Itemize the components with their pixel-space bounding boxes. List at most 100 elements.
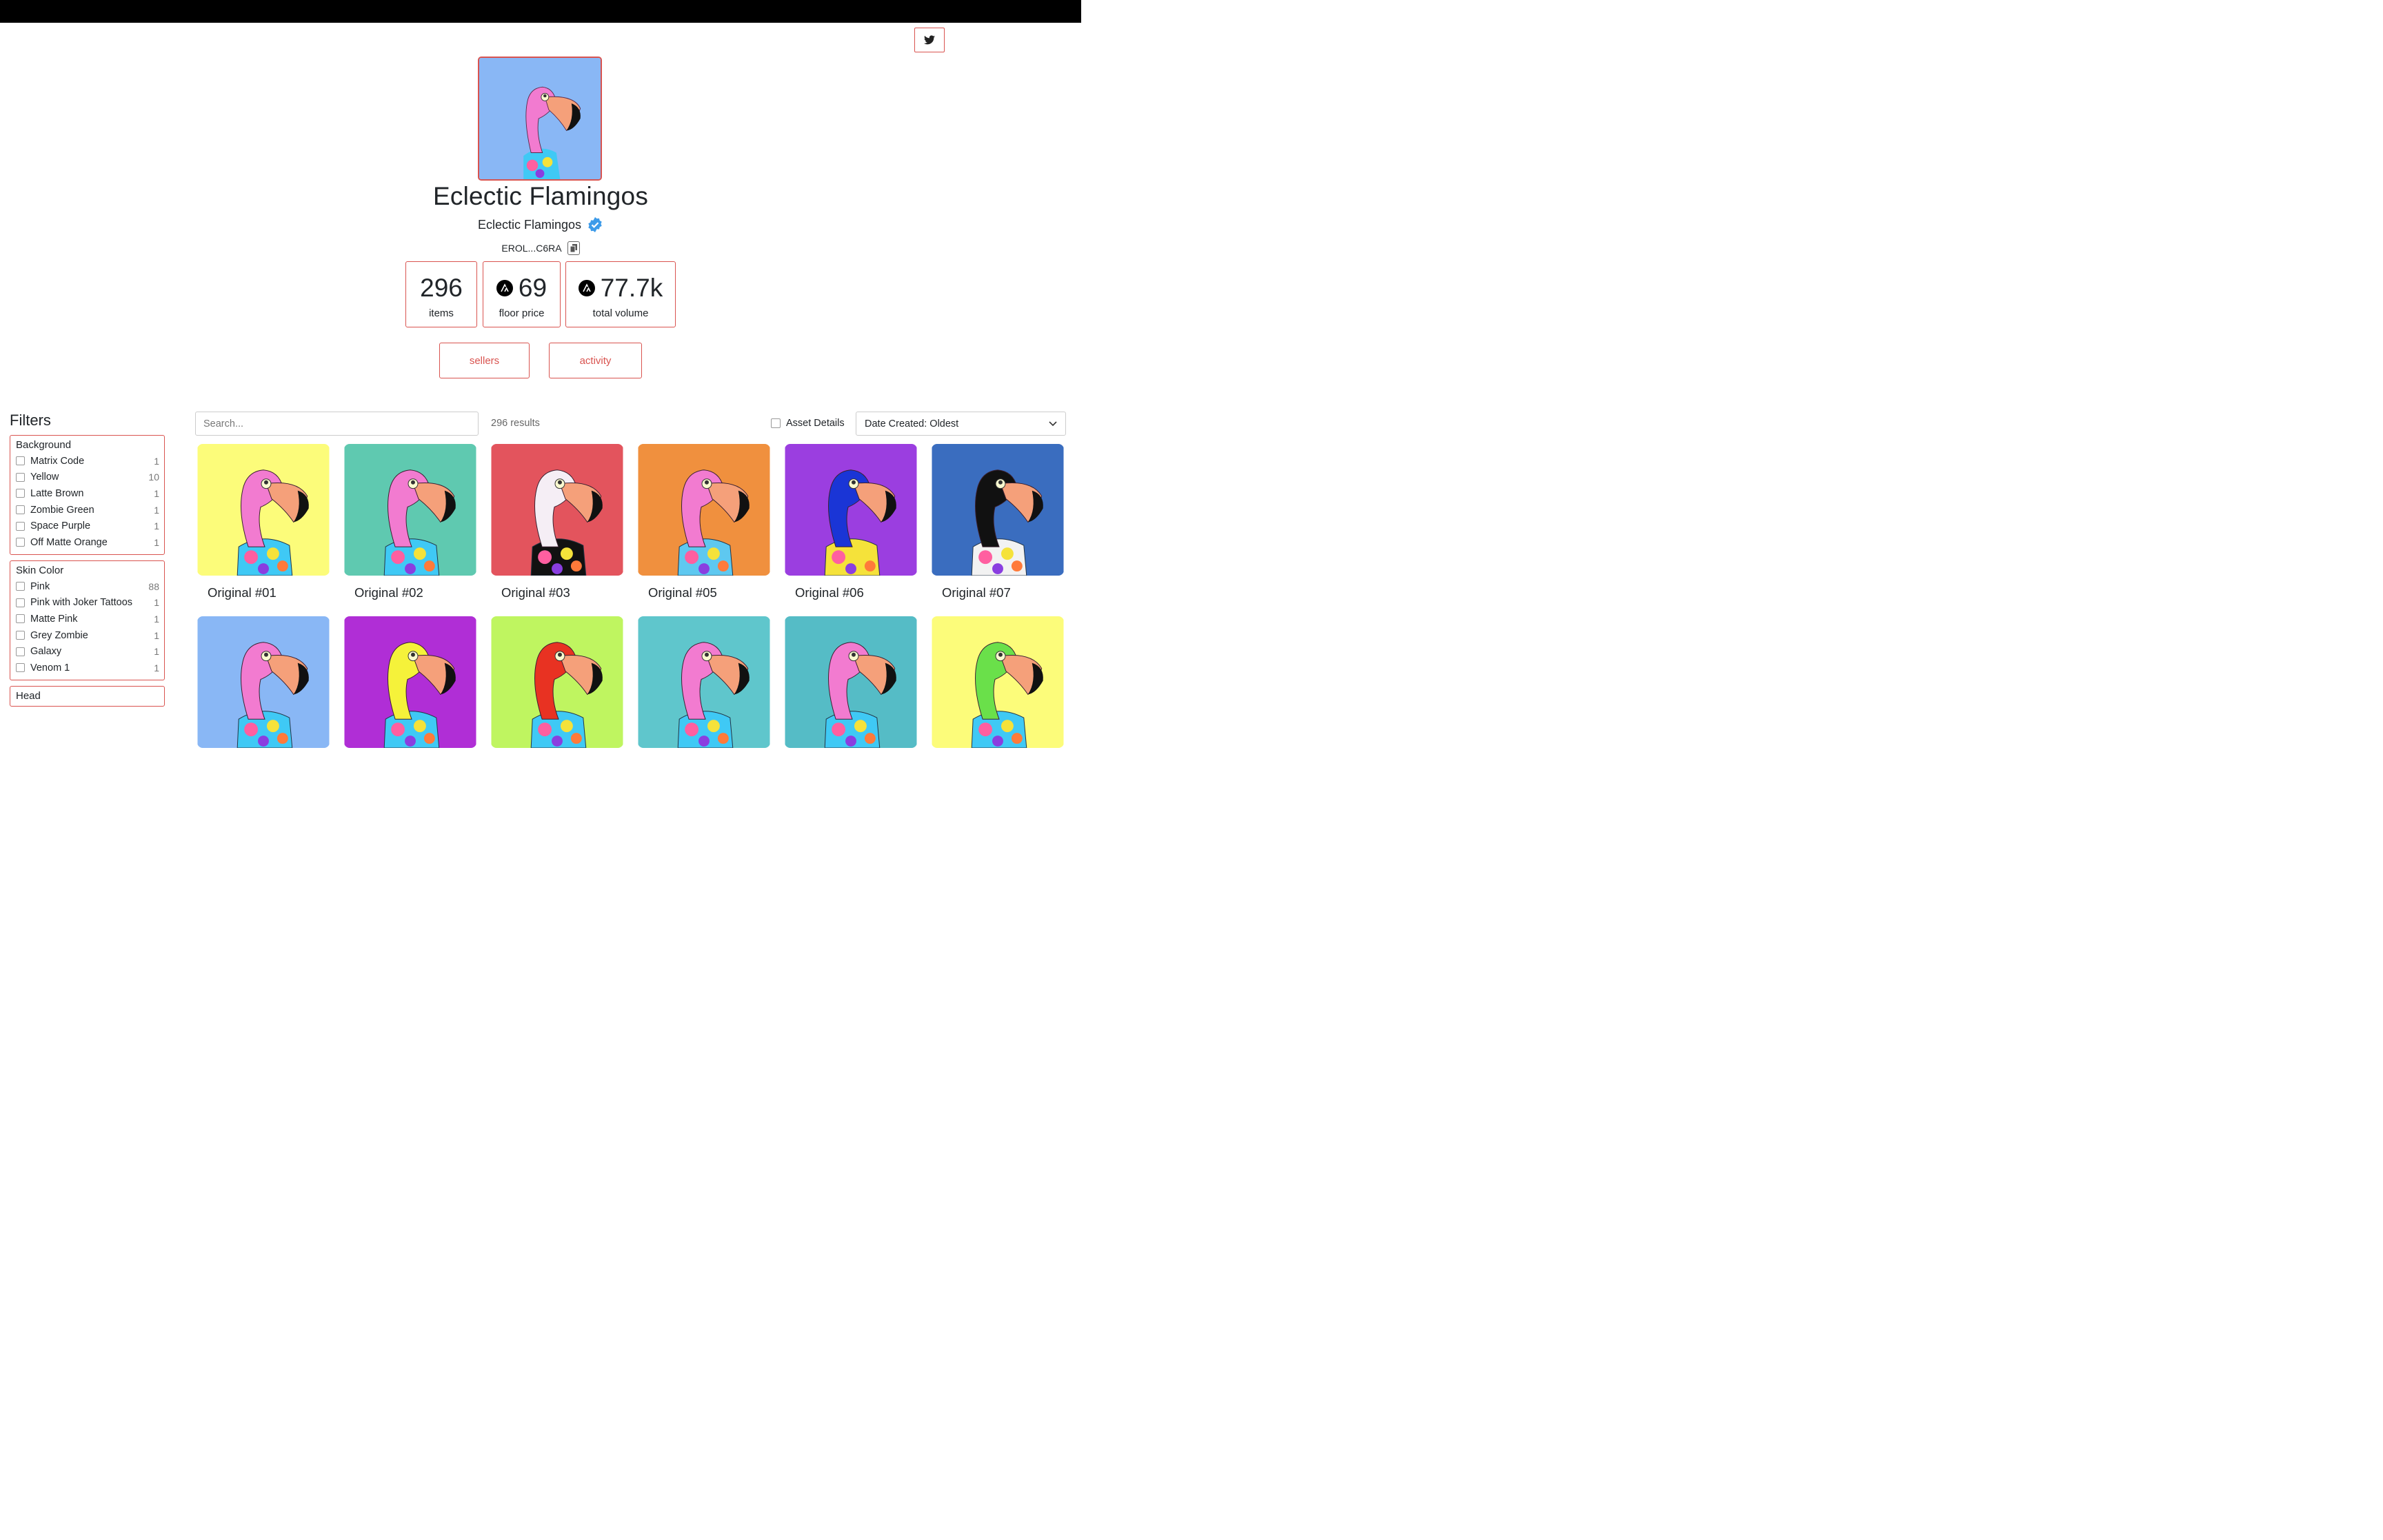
nft-image bbox=[638, 616, 770, 748]
filter-option-count: 1 bbox=[154, 646, 159, 658]
asset-details-toggle[interactable]: Asset Details bbox=[771, 418, 845, 429]
nft-card[interactable]: Original #06 bbox=[785, 444, 917, 600]
filter-option[interactable]: Off Matte Orange 1 bbox=[16, 534, 159, 551]
nft-image bbox=[932, 616, 1064, 748]
stat-label: items bbox=[429, 307, 454, 319]
nft-name: Original #02 bbox=[354, 585, 423, 600]
nft-card[interactable] bbox=[197, 616, 330, 758]
top-bar bbox=[0, 0, 1081, 23]
filter-option-count: 1 bbox=[154, 536, 159, 548]
collection-title: Eclectic Flamingos bbox=[432, 182, 649, 210]
nft-image bbox=[785, 616, 917, 748]
wallet-address: EROL...C6RA bbox=[501, 243, 562, 254]
checkbox[interactable] bbox=[16, 505, 25, 515]
filter-option-count: 10 bbox=[148, 472, 159, 483]
filter-option-count: 1 bbox=[154, 455, 159, 467]
filter-option-label: Space Purple bbox=[30, 520, 91, 532]
stat-label: total volume bbox=[592, 307, 649, 319]
activity-button[interactable]: activity bbox=[549, 343, 642, 378]
nft-card[interactable]: Original #07 bbox=[932, 444, 1064, 600]
filter-option-count: 88 bbox=[148, 580, 159, 592]
filter-option[interactable]: Space Purple 1 bbox=[16, 518, 159, 534]
nft-card[interactable] bbox=[638, 616, 770, 758]
filter-option-count: 1 bbox=[154, 520, 159, 532]
checkbox[interactable] bbox=[16, 538, 25, 547]
checkbox[interactable] bbox=[16, 582, 25, 591]
twitter-button[interactable] bbox=[914, 28, 945, 52]
search-input[interactable] bbox=[195, 412, 479, 436]
filter-option-label: Pink bbox=[30, 580, 50, 592]
nft-card[interactable] bbox=[785, 616, 917, 758]
nft-card[interactable]: Original #03 bbox=[491, 444, 623, 600]
nft-card[interactable] bbox=[491, 616, 623, 758]
filter-option[interactable]: Matte Pink 1 bbox=[16, 611, 159, 627]
filter-group-title[interactable]: Head bbox=[16, 689, 159, 704]
checkbox[interactable] bbox=[16, 614, 25, 624]
nft-name: Original #07 bbox=[942, 585, 1011, 600]
address-row: EROL...C6RA bbox=[0, 241, 1081, 255]
checkbox[interactable] bbox=[16, 663, 25, 673]
filter-group-title[interactable]: Background bbox=[16, 438, 159, 453]
stat-total-volume: 77.7k total volume bbox=[565, 261, 676, 327]
filter-option-label: Pink with Joker Tattoos bbox=[30, 597, 133, 609]
algorand-icon bbox=[578, 280, 595, 296]
filter-group-title[interactable]: Skin Color bbox=[16, 563, 159, 578]
copy-icon bbox=[570, 244, 577, 252]
creator-name[interactable]: Eclectic Flamingos bbox=[478, 218, 581, 232]
nft-name: Original #01 bbox=[208, 585, 276, 600]
nft-card[interactable] bbox=[932, 616, 1064, 758]
nft-image bbox=[491, 616, 623, 748]
filter-option-count: 1 bbox=[154, 597, 159, 609]
filter-option-count: 1 bbox=[154, 504, 159, 516]
nft-card[interactable]: Original #05 bbox=[638, 444, 770, 600]
nft-card[interactable]: Original #02 bbox=[344, 444, 476, 600]
checkbox[interactable] bbox=[16, 456, 25, 466]
checkbox[interactable] bbox=[16, 647, 25, 656]
checkbox[interactable] bbox=[16, 472, 25, 482]
filter-option[interactable]: Venom 1 1 bbox=[16, 660, 159, 676]
chevron-down-icon bbox=[1049, 421, 1057, 426]
filter-option-label: Matrix Code bbox=[30, 455, 85, 467]
filter-group-head: Head bbox=[10, 686, 165, 707]
filter-option[interactable]: Galaxy 1 bbox=[16, 643, 159, 660]
checkbox[interactable] bbox=[16, 631, 25, 640]
stat-value: 296 bbox=[420, 274, 463, 302]
filter-option[interactable]: Latte Brown 1 bbox=[16, 485, 159, 502]
nft-image bbox=[785, 444, 917, 576]
filter-option[interactable]: Yellow 10 bbox=[16, 469, 159, 486]
filter-option-label: Matte Pink bbox=[30, 613, 78, 625]
filter-option-label: Grey Zombie bbox=[30, 629, 88, 641]
sort-select[interactable]: Date Created: Oldest bbox=[856, 412, 1066, 436]
checkbox[interactable] bbox=[771, 418, 781, 428]
nft-image bbox=[638, 444, 770, 576]
collection-avatar bbox=[478, 57, 602, 181]
filter-option[interactable]: Pink with Joker Tattoos 1 bbox=[16, 595, 159, 611]
stat-value: 69 bbox=[518, 274, 547, 302]
checkbox[interactable] bbox=[16, 521, 25, 531]
filter-option[interactable]: Grey Zombie 1 bbox=[16, 627, 159, 644]
nft-name: Original #05 bbox=[648, 585, 717, 600]
filter-option[interactable]: Matrix Code 1 bbox=[16, 453, 159, 469]
sellers-button[interactable]: sellers bbox=[439, 343, 530, 378]
nft-image bbox=[932, 444, 1064, 576]
nft-card[interactable]: Original #01 bbox=[197, 444, 330, 600]
stat-floor-price: 69 floor price bbox=[483, 261, 561, 327]
filter-group-background: Background Matrix Code 1 Yellow 10 Latte B… bbox=[10, 435, 165, 555]
filter-option-label: Yellow bbox=[30, 472, 59, 483]
nft-name: Original #06 bbox=[795, 585, 864, 600]
filter-option-label: Galaxy bbox=[30, 646, 62, 658]
nft-card[interactable] bbox=[344, 616, 476, 758]
filter-option[interactable]: Pink 88 bbox=[16, 578, 159, 595]
nft-image bbox=[344, 616, 476, 748]
stat-items: 296 items bbox=[405, 261, 477, 327]
algorand-icon bbox=[496, 280, 513, 296]
nft-image bbox=[491, 444, 623, 576]
checkbox[interactable] bbox=[16, 489, 25, 498]
filter-option[interactable]: Zombie Green 1 bbox=[16, 502, 159, 518]
checkbox[interactable] bbox=[16, 598, 25, 607]
filter-option-count: 1 bbox=[154, 613, 159, 625]
copy-address-button[interactable] bbox=[567, 241, 580, 255]
nft-image bbox=[197, 616, 330, 748]
sort-value: Date Created: Oldest bbox=[865, 418, 959, 429]
filter-option-label: Latte Brown bbox=[30, 487, 84, 499]
